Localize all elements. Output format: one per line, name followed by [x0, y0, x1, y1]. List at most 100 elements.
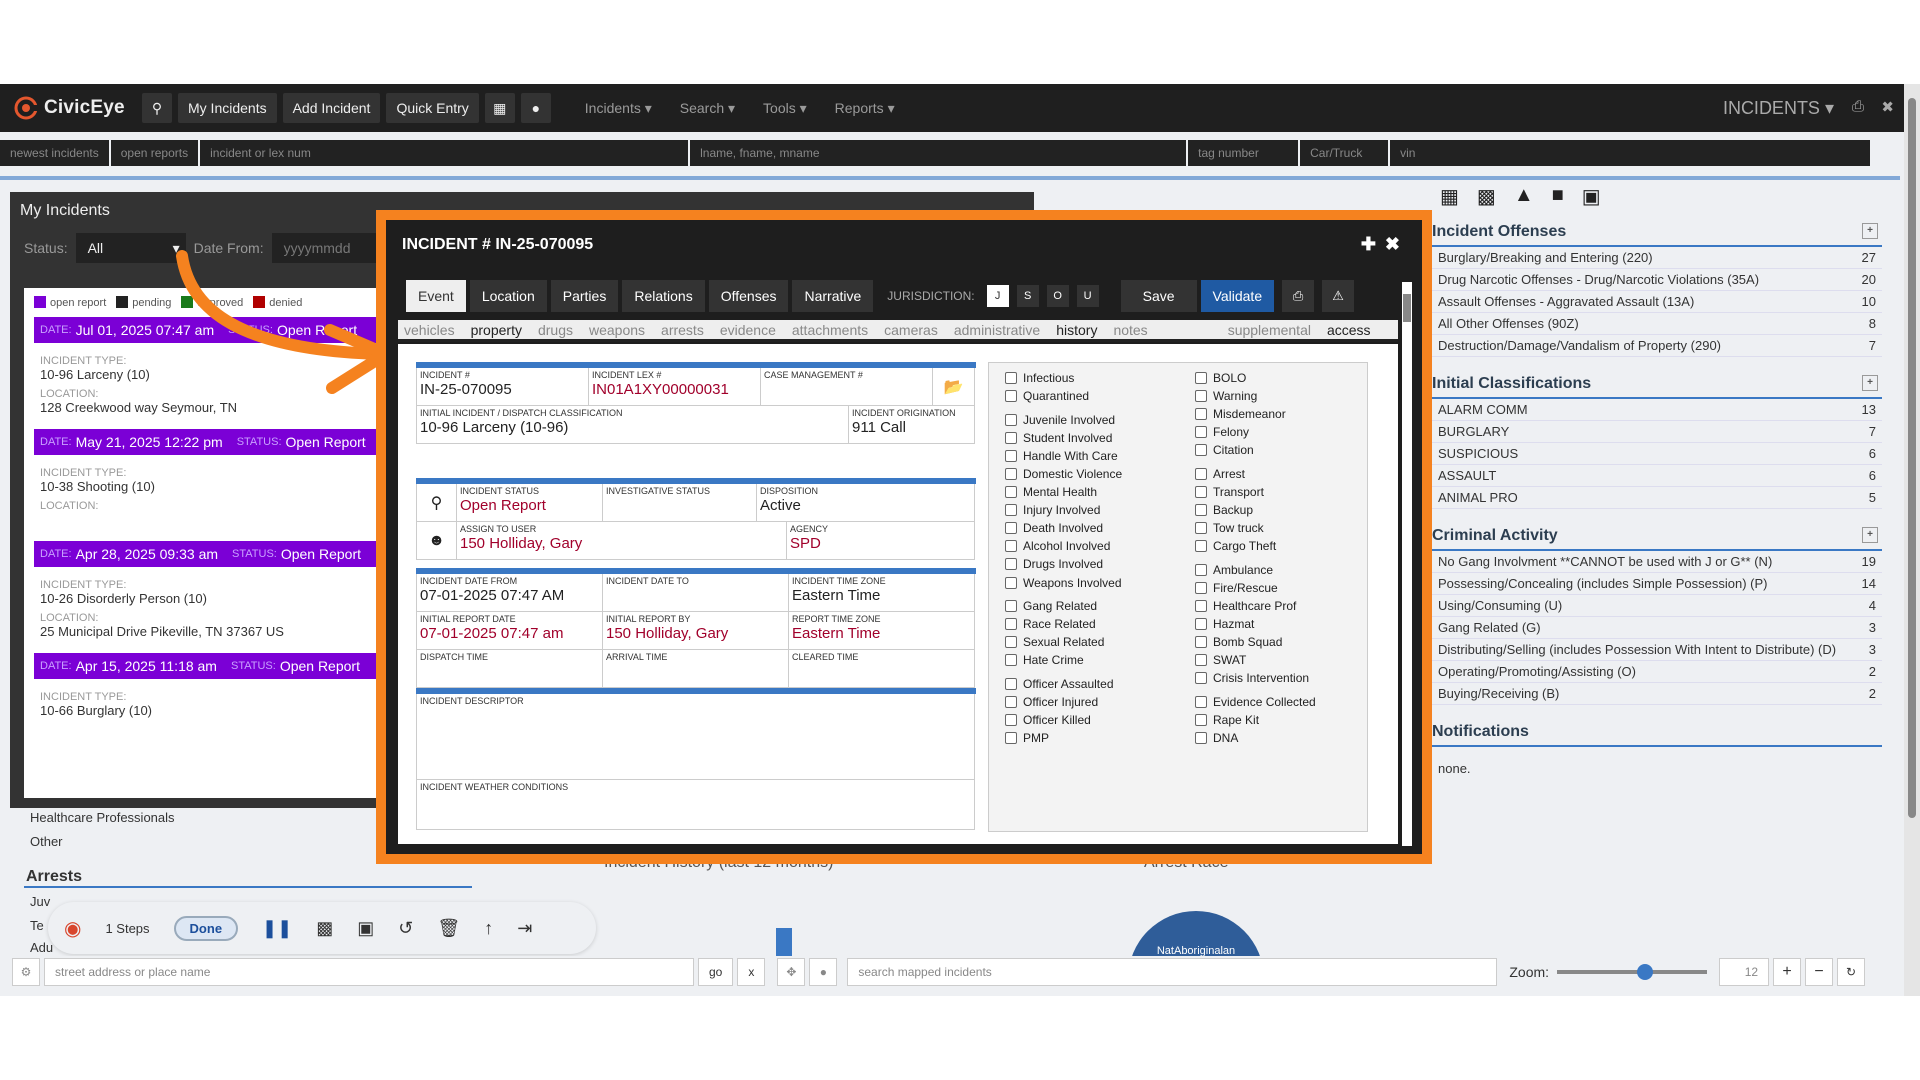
stat-row[interactable]: Gang Related (G) 3	[1432, 617, 1882, 639]
assign-user-field[interactable]: 150 Holliday, Gary	[460, 535, 783, 552]
flag-checkbox[interactable]: Misdemeanor	[1195, 407, 1286, 421]
flag-checkbox[interactable]: Healthcare Prof	[1195, 599, 1296, 613]
flag-checkbox[interactable]: DNA	[1195, 731, 1238, 745]
expand-icon[interactable]: +	[1862, 527, 1878, 543]
flag-checkbox[interactable]: Transport	[1195, 485, 1264, 499]
trash-icon[interactable]: 🗑	[437, 918, 460, 939]
subtab-administrative[interactable]: administrative	[954, 322, 1040, 338]
stat-row[interactable]: SUSPICIOUS 6	[1432, 443, 1882, 465]
tab-narrative[interactable]: Narrative	[792, 280, 874, 312]
flag-checkbox[interactable]: Citation	[1195, 443, 1254, 457]
flag-checkbox[interactable]: Student Involved	[1005, 431, 1112, 445]
incident-card[interactable]: DATE: Apr 28, 2025 09:33 am STATUS: Open Re…	[34, 541, 394, 649]
subtab-drugs[interactable]: drugs	[538, 322, 573, 338]
save-button[interactable]: Save	[1120, 280, 1197, 312]
image-icon[interactable]: ▣	[357, 918, 374, 939]
tab-relations[interactable]: Relations	[622, 280, 705, 312]
origination-field[interactable]: 911 Call	[852, 419, 971, 436]
menu-incidents[interactable]: Incidents ▾	[585, 100, 652, 117]
page-scrollbar[interactable]	[1904, 84, 1920, 996]
jurisdiction-s-button[interactable]: S	[1016, 285, 1039, 307]
subtab-arrests[interactable]: arrests	[661, 322, 704, 338]
stat-row[interactable]: ALARM COMM 13	[1432, 399, 1882, 421]
flag-checkbox[interactable]: Ambulance	[1195, 563, 1273, 577]
stat-row[interactable]: No Gang Involvment **CANNOT be used with…	[1432, 551, 1882, 573]
incident-status-field[interactable]: Open Report	[460, 497, 599, 514]
stat-row[interactable]: Buying/Receiving (B) 2	[1432, 683, 1882, 705]
agency-field[interactable]: SPD	[790, 535, 971, 552]
my-incidents-button[interactable]: My Incidents	[178, 93, 277, 123]
menu-reports[interactable]: Reports ▾	[835, 100, 895, 117]
subtab-vehicles[interactable]: vehicles	[404, 322, 455, 338]
flag-checkbox[interactable]: SWAT	[1195, 653, 1246, 667]
incident-card[interactable]: DATE: Apr 15, 2025 11:18 am STATUS: Open Re…	[34, 653, 394, 749]
flag-checkbox[interactable]: Quarantined	[1005, 389, 1089, 403]
zoom-slider-handle[interactable]	[1637, 964, 1654, 980]
disposition-field[interactable]: Active	[760, 497, 971, 514]
report-time-zone-field[interactable]: Eastern Time	[792, 625, 971, 642]
flag-checkbox[interactable]: Backup	[1195, 503, 1253, 517]
flag-checkbox[interactable]: Gang Related	[1005, 599, 1097, 613]
flag-checkbox[interactable]: Death Involved	[1005, 521, 1103, 535]
stat-row[interactable]: Destruction/Damage/Vandalism of Property…	[1432, 335, 1882, 357]
flag-checkbox[interactable]: Bomb Squad	[1195, 635, 1282, 649]
jurisdiction-o-button[interactable]: O	[1046, 285, 1069, 307]
stat-row[interactable]: Operating/Promoting/Assisting (O) 2	[1432, 661, 1882, 683]
warning-icon[interactable]: ⚠	[1322, 280, 1355, 312]
done-button[interactable]: Done	[173, 915, 239, 941]
subtab-attachments[interactable]: attachments	[792, 322, 868, 338]
calculator-icon[interactable]: ▦	[1440, 184, 1459, 209]
flag-checkbox[interactable]: Officer Killed	[1005, 713, 1091, 727]
flag-checkbox[interactable]: Crisis Intervention	[1195, 671, 1309, 685]
incident-number-input[interactable]: incident or lex num	[200, 140, 689, 166]
address-input[interactable]: street address or place name	[44, 958, 694, 986]
flag-checkbox[interactable]: Infectious	[1005, 371, 1074, 385]
refresh-icon[interactable]: ↻	[1837, 958, 1866, 986]
print-icon[interactable]: ⎙	[1852, 98, 1864, 115]
menu-tools[interactable]: Tools ▾	[763, 100, 807, 117]
mapped-incidents-search[interactable]: search mapped incidents	[847, 958, 1498, 986]
stat-row[interactable]: Drug Narcotic Offenses - Drug/Narcotic V…	[1432, 269, 1882, 291]
vin-input[interactable]: vin	[1390, 140, 1871, 166]
incident-number-field[interactable]: IN-25-070095	[420, 381, 585, 398]
stat-row[interactable]: ANIMAL PRO 5	[1432, 487, 1882, 509]
flag-checkbox[interactable]: BOLO	[1195, 371, 1246, 385]
flag-checkbox[interactable]: Arrest	[1195, 467, 1245, 481]
close-icon[interactable]: ✖	[1385, 234, 1400, 255]
upload-icon[interactable]: ↑	[484, 918, 493, 939]
flag-checkbox[interactable]: Mental Health	[1005, 485, 1097, 499]
print-icon[interactable]: ⎙	[1282, 280, 1315, 312]
search-icon[interactable]: ⚲	[417, 484, 457, 522]
stat-row[interactable]: Assault Offenses - Aggravated Assault (1…	[1432, 291, 1882, 313]
menu-search[interactable]: Search ▾	[680, 100, 735, 117]
clear-button[interactable]: x	[737, 958, 766, 986]
tag-number-input[interactable]: tag number	[1188, 140, 1299, 166]
incident-time-zone-field[interactable]: Eastern Time	[792, 587, 971, 604]
subtab-cameras[interactable]: cameras	[884, 322, 938, 338]
subtab-history[interactable]: history	[1056, 322, 1097, 338]
skip-end-icon[interactable]: ⇥	[517, 918, 532, 939]
map-pin-icon[interactable]: ●	[520, 93, 551, 123]
flag-checkbox[interactable]: Hazmat	[1195, 617, 1254, 631]
flag-checkbox[interactable]: Officer Assaulted	[1005, 677, 1114, 691]
map-pin-icon[interactable]: ●	[809, 958, 838, 986]
expand-icon[interactable]: +	[1862, 375, 1878, 391]
tab-location[interactable]: Location	[469, 280, 547, 312]
flag-checkbox[interactable]: Evidence Collected	[1195, 695, 1316, 709]
search-icon[interactable]: ⚲	[142, 93, 172, 123]
name-search-input[interactable]: lname, fname, mname	[690, 140, 1187, 166]
stat-row[interactable]: All Other Offenses (90Z) 8	[1432, 313, 1882, 335]
flag-checkbox[interactable]: Juvenile Involved	[1005, 413, 1115, 427]
subtab-access[interactable]: access	[1327, 322, 1371, 338]
section-menu[interactable]: INCIDENTS ▾	[1723, 98, 1834, 119]
zoom-slider[interactable]	[1557, 964, 1708, 980]
newest-incidents-button[interactable]: newest incidents	[0, 140, 109, 166]
flag-checkbox[interactable]: Fire/Rescue	[1195, 581, 1278, 595]
lex-number-field[interactable]: IN01A1XY00000031	[592, 381, 757, 398]
stat-row[interactable]: Using/Consuming (U) 4	[1432, 595, 1882, 617]
flag-checkbox[interactable]: Drugs Involved	[1005, 557, 1103, 571]
flag-checkbox[interactable]: PMP	[1005, 731, 1049, 745]
app-logo[interactable]: CivicEye	[14, 96, 142, 120]
report-icon[interactable]: ▣	[1582, 184, 1601, 209]
flag-checkbox[interactable]: Warning	[1195, 389, 1257, 403]
